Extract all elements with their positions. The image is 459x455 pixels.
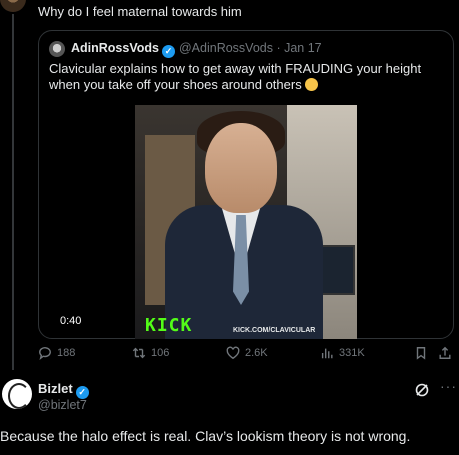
views-button[interactable]: 331K	[320, 346, 365, 360]
quoted-author-name[interactable]: AdinRossVods	[71, 41, 159, 55]
repost-count: 106	[151, 347, 170, 359]
reply-author-name[interactable]: Bizlet	[38, 381, 73, 396]
thread-line	[12, 14, 14, 370]
quoted-author-avatar[interactable]	[49, 41, 65, 57]
quoted-author-handle-date[interactable]: @AdinRossVods · Jan 17	[179, 41, 322, 55]
view-count: 331K	[339, 347, 365, 359]
reply-icon	[39, 347, 51, 360]
bookmark-button[interactable]	[414, 346, 428, 360]
verified-badge-icon: ✓	[161, 45, 175, 58]
quoted-tweet-card[interactable]: AdinRossVods ✓ @AdinRossVods · Jan 17 Clav…	[38, 30, 454, 339]
kick-url: KICK.COM/CLAVICULAR	[233, 327, 316, 334]
quoted-tweet-text-block: Clavicular explains how to get away with…	[49, 61, 449, 93]
grok-icon[interactable]	[414, 382, 430, 398]
grimacing-face-emoji-icon	[305, 78, 319, 91]
repost-button[interactable]: 106	[132, 346, 169, 360]
views-chart-icon	[321, 348, 333, 359]
reply-tweet-text: Because the halo effect is real. Clav’s …	[0, 428, 411, 444]
quoted-tweet-text: Clavicular explains how to get away with…	[49, 61, 422, 92]
reply-author-header: Bizlet ✓	[38, 381, 89, 399]
parent-tweet-text: Why do I feel maternal towards him	[38, 4, 242, 19]
video-person-face	[205, 123, 277, 213]
more-options-icon[interactable]: ···	[440, 378, 457, 394]
repost-icon	[132, 347, 146, 359]
video-player[interactable]: KICK KICK.COM/CLAVICULAR	[135, 105, 357, 339]
heart-icon	[226, 346, 240, 360]
tweet-actions-bar: 188 106 2.6K 331K	[38, 346, 454, 364]
bookmark-icon	[416, 347, 426, 360]
reply-author-handle[interactable]: @bizlet7	[38, 398, 87, 412]
parent-avatar[interactable]	[0, 0, 26, 12]
share-button[interactable]	[438, 346, 452, 360]
reply-count: 188	[57, 347, 76, 359]
like-count: 2.6K	[245, 347, 268, 359]
share-icon	[439, 346, 451, 359]
quoted-author-header: AdinRossVods ✓ @AdinRossVods · Jan 17	[71, 41, 322, 58]
video-duration: 0:40	[57, 314, 85, 328]
like-button[interactable]: 2.6K	[226, 346, 268, 360]
kick-logo: KICK	[145, 315, 193, 336]
reply-button[interactable]: 188	[38, 346, 75, 360]
reply-author-avatar[interactable]	[2, 379, 32, 409]
